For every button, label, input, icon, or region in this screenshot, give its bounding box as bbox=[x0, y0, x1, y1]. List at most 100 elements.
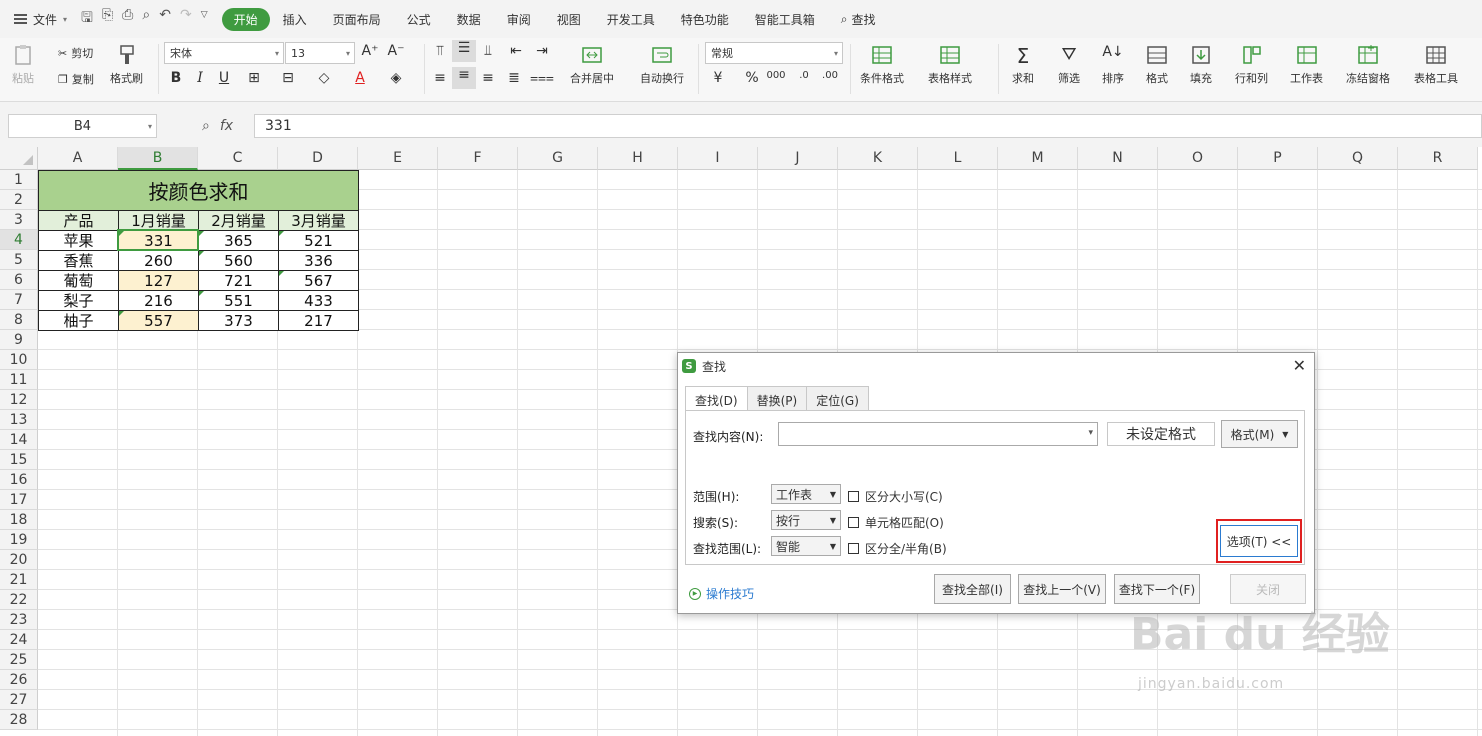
row-header[interactable]: 21 bbox=[0, 570, 38, 590]
distribute-icon[interactable]: ⩶ bbox=[530, 70, 554, 86]
percent-icon[interactable]: % bbox=[742, 70, 762, 86]
row-header[interactable]: 26 bbox=[0, 670, 38, 690]
table-cell[interactable]: 梨子 bbox=[38, 290, 119, 311]
row-header[interactable]: 28 bbox=[0, 710, 38, 730]
format-painter-button[interactable]: 格式刷 bbox=[110, 44, 143, 86]
align-middle-icon[interactable]: ☰ bbox=[452, 40, 476, 62]
table-style-button[interactable]: 表格样式 bbox=[928, 44, 972, 86]
row-header[interactable]: 14 bbox=[0, 430, 38, 450]
row-header[interactable]: 16 bbox=[0, 470, 38, 490]
worksheet-button[interactable]: 工作表 bbox=[1290, 44, 1323, 86]
row-header[interactable]: 15 bbox=[0, 450, 38, 470]
close-icon[interactable]: ✕ bbox=[1293, 356, 1306, 375]
row-header[interactable]: 13 bbox=[0, 410, 38, 430]
column-header[interactable]: L bbox=[918, 147, 998, 170]
header-cell[interactable]: 产品 bbox=[38, 210, 119, 231]
column-header[interactable]: A bbox=[38, 147, 118, 170]
table-cell[interactable]: 560 bbox=[198, 250, 279, 271]
freeze-panes-button[interactable]: 冻结窗格 bbox=[1346, 44, 1390, 86]
decrease-decimal-icon[interactable]: .00 bbox=[820, 70, 840, 81]
table-cell[interactable]: 香蕉 bbox=[38, 250, 119, 271]
column-header[interactable]: K bbox=[838, 147, 918, 170]
column-header[interactable]: D bbox=[278, 147, 358, 170]
column-header[interactable]: H bbox=[598, 147, 678, 170]
table-cell[interactable]: 365 bbox=[198, 230, 279, 251]
row-header[interactable]: 12 bbox=[0, 390, 38, 410]
row-header[interactable]: 18 bbox=[0, 510, 38, 530]
row-header[interactable]: 2 bbox=[0, 190, 38, 210]
export-icon[interactable]: ⎘ bbox=[102, 7, 113, 31]
select-all-corner[interactable] bbox=[0, 147, 38, 170]
decrease-font-icon[interactable]: A⁻ bbox=[386, 43, 406, 59]
options-button[interactable]: 选项(T) << bbox=[1220, 525, 1298, 557]
tab-search[interactable]: ⌕ 查找 bbox=[828, 11, 889, 28]
table-cell[interactable]: 217 bbox=[278, 310, 359, 331]
fill-color-icon[interactable]: ◇ bbox=[314, 70, 334, 86]
increase-font-icon[interactable]: A⁺ bbox=[360, 43, 380, 59]
formula-input[interactable]: 331 bbox=[254, 114, 1482, 138]
row-header[interactable]: 19 bbox=[0, 530, 38, 550]
find-previous-button[interactable]: 查找上一个(V) bbox=[1018, 574, 1106, 604]
row-header[interactable]: 24 bbox=[0, 630, 38, 650]
column-header[interactable]: G bbox=[518, 147, 598, 170]
table-cell[interactable]: 葡萄 bbox=[38, 270, 119, 291]
name-box[interactable]: B4 ▾ bbox=[8, 114, 157, 138]
column-header[interactable]: P bbox=[1238, 147, 1318, 170]
indent-increase-icon[interactable]: ⇥ bbox=[532, 43, 552, 59]
table-cell[interactable]: 336 bbox=[278, 250, 359, 271]
row-header[interactable]: 25 bbox=[0, 650, 38, 670]
undo-icon[interactable]: ↶ bbox=[159, 7, 171, 31]
sum-button[interactable]: Σ 求和 bbox=[1012, 44, 1034, 86]
number-format-select[interactable]: 常规 ▾ bbox=[705, 42, 843, 64]
align-right-icon[interactable]: ≡ bbox=[478, 70, 498, 86]
row-column-button[interactable]: 行和列 bbox=[1235, 44, 1268, 86]
match-case-checkbox[interactable]: 区分大小写(C) bbox=[848, 488, 943, 505]
row-header[interactable]: 27 bbox=[0, 690, 38, 710]
merge-center-button[interactable]: 合并居中 bbox=[570, 44, 614, 86]
row-header[interactable]: 23 bbox=[0, 610, 38, 630]
column-header[interactable]: I bbox=[678, 147, 758, 170]
copy-button[interactable]: ❐ 复制 bbox=[58, 71, 94, 87]
row-header[interactable]: 22 bbox=[0, 590, 38, 610]
row-header[interactable]: 20 bbox=[0, 550, 38, 570]
italic-icon[interactable]: I bbox=[190, 70, 210, 86]
font-size-select[interactable]: 13 ▾ bbox=[285, 42, 355, 64]
column-header[interactable]: M bbox=[998, 147, 1078, 170]
save-icon[interactable]: 🖫 bbox=[81, 7, 93, 31]
row-header[interactable]: 11 bbox=[0, 370, 38, 390]
find-input[interactable]: ▾ bbox=[778, 422, 1098, 446]
align-left-icon[interactable]: ≡ bbox=[430, 70, 450, 86]
paste-button[interactable]: 粘贴 bbox=[12, 44, 34, 86]
table-cell[interactable]: 433 bbox=[278, 290, 359, 311]
header-cell[interactable]: 3月销量 bbox=[278, 210, 359, 231]
row-header[interactable]: 6 bbox=[0, 270, 38, 290]
align-center-icon[interactable]: ≡ bbox=[452, 67, 476, 89]
filter-button[interactable]: ⛛ 筛选 bbox=[1058, 44, 1080, 86]
table-cell[interactable]: 127 bbox=[118, 270, 199, 291]
cut-button[interactable]: ✂ 剪切 bbox=[58, 45, 93, 61]
dialog-title-bar[interactable]: S 查找 ✕ bbox=[678, 353, 1314, 379]
table-cell[interactable]: 苹果 bbox=[38, 230, 119, 251]
column-header[interactable]: B bbox=[118, 147, 198, 170]
table-cell[interactable]: 551 bbox=[198, 290, 279, 311]
file-menu[interactable]: 文件 ▾ bbox=[14, 11, 67, 28]
wrap-text-button[interactable]: 自动换行 bbox=[640, 44, 684, 86]
format-dropdown-button[interactable]: 格式(M) ▼ bbox=[1221, 420, 1298, 448]
row-header[interactable]: 3 bbox=[0, 210, 38, 230]
underline-icon[interactable]: U bbox=[214, 70, 234, 86]
fx-icon[interactable]: fx bbox=[220, 118, 233, 134]
border-icon[interactable]: ⊞ bbox=[244, 70, 264, 86]
column-header[interactable]: R bbox=[1398, 147, 1478, 170]
tab-9[interactable]: 智能工具箱 bbox=[742, 11, 828, 28]
tab-2[interactable]: 页面布局 bbox=[320, 11, 394, 28]
bold-icon[interactable]: B bbox=[166, 70, 186, 86]
tab-4[interactable]: 数据 bbox=[444, 11, 494, 28]
match-width-checkbox[interactable]: 区分全/半角(B) bbox=[848, 540, 947, 557]
fill-button[interactable]: 填充 bbox=[1190, 44, 1212, 86]
redo-icon[interactable]: ↷ bbox=[180, 7, 192, 31]
column-header[interactable]: C bbox=[198, 147, 278, 170]
table-cell[interactable]: 721 bbox=[198, 270, 279, 291]
sheet-title-cell[interactable]: 按颜色求和 bbox=[38, 170, 359, 211]
tab-0[interactable]: 开始 bbox=[221, 7, 270, 31]
justify-icon[interactable]: ≣ bbox=[504, 70, 524, 86]
